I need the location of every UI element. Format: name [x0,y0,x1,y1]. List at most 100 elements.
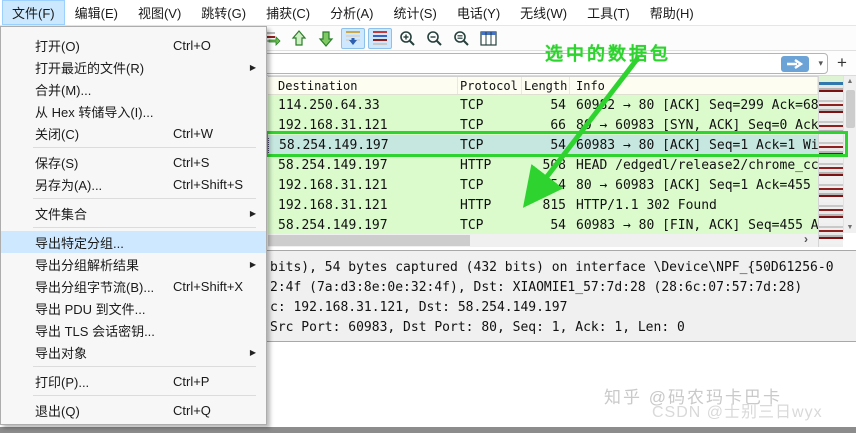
menu-separator [33,366,256,367]
menu-item-label: 导出 TLS 会话密钥... [35,321,155,340]
menu-item-label: 文件集合 [35,204,87,223]
menu-item-label: 合并(M)... [35,80,91,99]
menu-item-label: 从 Hex 转储导入(I)... [35,102,153,121]
menu-item-3[interactable]: 合并(M)... [1,78,266,100]
scroll-down-icon[interactable]: ▼ [844,224,856,231]
menubar-item-7[interactable]: 统计(S) [383,0,446,25]
horizontal-scrollbar[interactable]: › [268,234,818,247]
cell-len: 54 [522,138,570,153]
detail-line-4: Src Port: 60983, Dst Port: 80, Seq: 1, A… [270,318,856,338]
cell-proto: HTTP [458,198,522,213]
packet-row-2[interactable]: 192.168.31.121TCP6680 → 60983 [SYN, ACK]… [268,115,818,135]
cell-info: HEAD /edgedl/release2/chrome_cc [570,158,818,173]
menubar-item-11[interactable]: 帮助(H) [640,0,704,25]
packet-row-3[interactable]: 58.254.149.197TCP5460983 → 80 [ACK] Seq=… [268,135,818,155]
column-header-info[interactable]: Info [570,77,818,94]
packet-row-1[interactable]: 114.250.64.33TCP5460982 → 80 [ACK] Seq=2… [268,95,818,115]
menu-item-2[interactable]: 打开最近的文件(R)▶ [1,56,266,78]
menubar-item-3[interactable]: 视图(V) [128,0,191,25]
menu-item-13[interactable]: 导出分组解析结果 ▶ [1,253,266,275]
menu-item-16[interactable]: 导出 TLS 会话密钥... [1,319,266,341]
scroll-up-icon[interactable]: ▲ [844,78,856,85]
zoom-out-icon[interactable] [422,28,446,49]
menubar-item-5[interactable]: 捕获(C) [256,0,320,25]
packet-row-7[interactable]: 58.254.149.197TCP5460983 → 80 [FIN, ACK]… [268,215,818,235]
packet-row-5[interactable]: 192.168.31.121TCP5480 → 60983 [ACK] Seq=… [268,175,818,195]
cell-len: 54 [522,98,570,113]
intelligent-scrollbar-minimap[interactable] [818,76,843,247]
menu-item-shortcut: Ctrl+Shift+S [173,177,243,192]
cell-dest: 192.168.31.121 [268,118,458,133]
statusbar-strip [0,427,856,433]
menubar-item-10[interactable]: 工具(T) [577,0,640,25]
horizontal-scrollbar-thumb[interactable] [268,235,470,246]
detail-line-3: c: 192.168.31.121, Dst: 58.254.149.197 [270,298,856,318]
vertical-scrollbar-thumb[interactable] [846,90,855,128]
menu-item-shortcut: Ctrl+Q [173,403,211,418]
menubar-item-9[interactable]: 无线(W) [510,0,577,25]
menu-item-shortcut: Ctrl+W [173,126,213,141]
menu-item-5[interactable]: 关闭(C) Ctrl+W [1,122,266,144]
detail-line-2: 2:4f (7a:d3:8e:0e:32:4f), Dst: XIAOMIE1_… [270,278,856,298]
filter-dropdown-caret-icon[interactable]: ▾ [818,58,823,69]
cell-info: 60983 → 80 [ACK] Seq=1 Ack=1 Wi [570,138,818,153]
column-header-protocol[interactable]: Protocol [458,77,522,94]
zoom-in-icon[interactable] [395,28,419,49]
packet-row-4[interactable]: 58.254.149.197HTTP508HEAD /edgedl/releas… [268,155,818,175]
cell-proto: HTTP [458,158,522,173]
menu-item-label: 导出 PDU 到文件... [35,299,146,318]
packet-list: Destination Protocol Length Info 114.250… [268,76,818,234]
menu-item-17[interactable]: 导出对象 ▶ [1,341,266,363]
menu-item-shortcut: Ctrl+S [173,155,209,170]
apply-filter-button[interactable] [781,56,809,72]
vertical-scrollbar[interactable]: ▲ ▼ [843,76,856,233]
menu-item-19[interactable]: 打印(P)...Ctrl+P [1,370,266,392]
menubar-item-1[interactable]: 文件(F) [2,0,65,25]
cell-info: 60983 → 80 [FIN, ACK] Seq=455 A [570,218,818,233]
add-filter-button[interactable]: + [832,52,852,74]
cell-len: 66 [522,118,570,133]
menu-item-1[interactable]: 打开(O)Ctrl+O [1,34,266,56]
cell-dest: 58.254.149.197 [268,218,458,233]
zoom-normal-icon[interactable] [449,28,473,49]
menu-item-label: 导出分组解析结果 [35,255,139,274]
menu-item-7[interactable]: 保存(S)Ctrl+S [1,151,266,173]
colorize-packets-icon[interactable] [368,28,392,49]
menubar-item-2[interactable]: 编辑(E) [65,0,128,25]
packet-list-header: Destination Protocol Length Info [268,77,818,95]
menu-item-12[interactable]: 导出特定分组... [1,231,266,253]
menu-item-8[interactable]: 另存为(A)...Ctrl+Shift+S [1,173,266,195]
menubar-item-8[interactable]: 电话(Y) [447,0,510,25]
submenu-arrow-icon: ▶ [250,260,256,269]
menu-separator [33,198,256,199]
menu-separator [33,395,256,396]
wireshark-window: 文件(F)编辑(E)视图(V)跳转(G)捕获(C)分析(A)统计(S)电话(Y)… [0,0,856,433]
menu-item-10[interactable]: 文件集合▶ [1,202,266,224]
cell-proto: TCP [458,118,522,133]
cell-info: 80 → 60983 [ACK] Seq=1 Ack=455 [570,178,818,193]
file-menu-dropdown: 打开(O)Ctrl+O打开最近的文件(R)▶ 合并(M)... 从 Hex 转储导入… [0,26,267,425]
submenu-arrow-icon: ▶ [250,348,256,357]
scroll-right-icon[interactable]: › [804,232,808,246]
cell-len: 815 [522,198,570,213]
menubar-item-4[interactable]: 跳转(G) [191,0,256,25]
resize-columns-icon[interactable] [476,28,500,49]
previous-packet-icon[interactable] [287,28,311,49]
menu-item-15[interactable]: 导出 PDU 到文件... [1,297,266,319]
auto-scroll-icon[interactable] [341,28,365,49]
column-header-length[interactable]: Length [522,77,570,94]
menu-item-21[interactable]: 退出(Q)Ctrl+Q [1,399,266,421]
menu-item-label: 导出对象 [35,343,87,362]
menu-item-label: 打开(O) [35,36,80,55]
next-packet-icon[interactable] [314,28,338,49]
packet-row-6[interactable]: 192.168.31.121HTTP815HTTP/1.1 302 Found [268,195,818,215]
menu-item-4[interactable]: 从 Hex 转储导入(I)... [1,100,266,122]
annotation-label: 选中的数据包 [545,40,671,66]
cell-dest: 192.168.31.121 [268,178,458,193]
column-header-destination[interactable]: Destination [268,77,458,94]
menu-bar: 文件(F)编辑(E)视图(V)跳转(G)捕获(C)分析(A)统计(S)电话(Y)… [0,0,856,26]
menubar-item-6[interactable]: 分析(A) [320,0,383,25]
menu-item-14[interactable]: 导出分组字节流(B)...Ctrl+Shift+X [1,275,266,297]
cell-info: HTTP/1.1 302 Found [570,198,818,213]
menu-item-label: 关闭(C) [35,124,79,143]
